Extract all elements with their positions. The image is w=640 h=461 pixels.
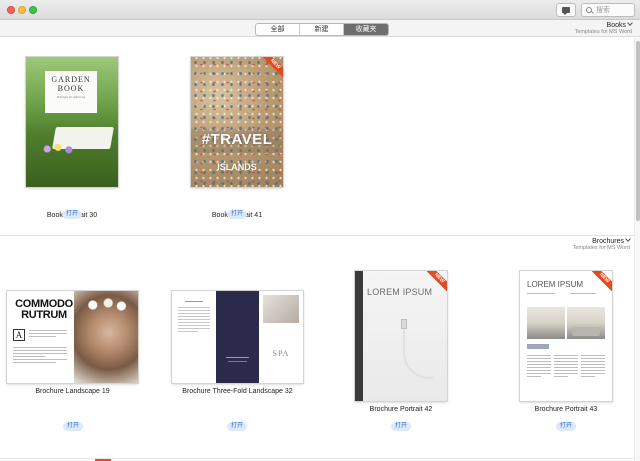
open-button[interactable]: 打开 (63, 422, 83, 431)
new-badge-label: NEW (425, 271, 447, 293)
tab-all[interactable]: 全部 (256, 24, 300, 35)
tab-new[interactable]: 新建 (300, 24, 344, 35)
template-gallery: GARDEN BOOK Principes for Adfoccing Book… (0, 38, 640, 461)
scrollbar-thumb[interactable] (636, 41, 640, 221)
category-name: Books (575, 20, 633, 29)
search-field[interactable]: 搜索 (581, 3, 635, 17)
template-thumbnail[interactable]: SPA (172, 291, 303, 383)
filter-segmented-control: 全部 新建 收藏夹 (255, 23, 389, 36)
magnifier-icon (586, 7, 592, 13)
cover-subheading: ISLANDS (217, 162, 257, 172)
app-window: 搜索 全部 新建 收藏夹 Books Templates for MS Word… (0, 0, 640, 461)
toolbar: 全部 新建 收藏夹 Books Templates for MS Word (0, 20, 640, 37)
new-badge-label: NEW (261, 57, 283, 79)
title-bar: 搜索 (0, 0, 640, 20)
body-text-lines (13, 347, 67, 365)
template-title: Brochure Portrait 43 (534, 406, 598, 413)
template-tile-book-portrait-41[interactable]: #TRAVEL ISLANDS NEW Book Portrait 41 (191, 57, 283, 227)
open-button[interactable]: 打开 (391, 422, 411, 431)
section-divider (0, 458, 634, 459)
usb-cable-image (401, 319, 407, 329)
cover-heading: LOREM IPSUM (527, 280, 584, 289)
template-thumbnail[interactable]: #TRAVEL ISLANDS NEW (191, 57, 283, 187)
new-badge: NEW (590, 271, 612, 293)
cover-heading: #TRAVEL (201, 131, 273, 148)
template-tile-brochure-portrait-43[interactable]: LOREM IPSUM NEW Brochure Portrait 43 (520, 271, 612, 421)
gray-sidebar (355, 271, 363, 401)
category-dropdown[interactable]: Books Templates for MS Word (574, 20, 633, 35)
message-button[interactable] (556, 3, 576, 17)
subtitle-line (570, 293, 596, 296)
interior-photo-left (527, 307, 565, 339)
chevron-down-icon (627, 20, 633, 26)
open-button[interactable]: 打开 (227, 210, 247, 219)
sofa-image (572, 327, 600, 336)
vertical-scrollbar[interactable] (634, 38, 640, 461)
cover-heading: GARDEN BOOK (51, 75, 91, 93)
message-bubble-icon (562, 7, 570, 15)
section-header-brochures[interactable]: Brochures Templates for MS Word (572, 236, 631, 251)
template-tile-brochure-landscape-19[interactable]: COMMODO RUTRUM A Brochure Landscape 19 (7, 291, 138, 401)
template-title: Brochure Portrait 42 (369, 406, 433, 413)
spa-photo (263, 295, 299, 323)
chevron-down-icon (625, 236, 631, 242)
left-panel (172, 291, 216, 383)
section-subtitle: Templates for MS Word (572, 245, 630, 251)
section-divider (0, 235, 634, 236)
template-thumbnail[interactable]: LOREM IPSUM NEW (520, 271, 612, 401)
template-thumbnail[interactable]: GARDEN BOOK Principes for Adfoccing (26, 57, 118, 187)
tab-favorites[interactable]: 收藏夹 (344, 24, 388, 35)
section-name: Brochures (573, 236, 631, 245)
cover-title-card: GARDEN BOOK Principes for Adfoccing (45, 71, 97, 113)
new-badge-label: NEW (590, 271, 612, 293)
template-tile-book-portrait-30[interactable]: GARDEN BOOK Principes for Adfoccing Book… (26, 57, 118, 227)
zoom-window-button[interactable] (29, 6, 37, 14)
minimize-window-button[interactable] (18, 6, 26, 14)
cover-subheading: Principes for Adfoccing (56, 95, 86, 99)
flower-crown-image (84, 295, 128, 315)
new-badge: NEW (425, 271, 447, 293)
template-thumbnail[interactable]: LOREM IPSUM NEW (355, 271, 447, 401)
open-button[interactable]: 打开 (227, 422, 247, 431)
open-button[interactable]: 打开 (62, 210, 82, 219)
right-panel: SPA (259, 291, 303, 383)
section-name-label: Brochures (592, 238, 624, 245)
body-text-lines (554, 355, 578, 379)
body-text-lines (581, 355, 605, 379)
new-badge: NEW (261, 57, 283, 79)
search-placeholder: 搜索 (596, 7, 610, 14)
template-tile-brochure-three-fold-landscape-32[interactable]: SPA Brochure Three-Fold Landscape 32 (172, 291, 303, 401)
cover-initial: A (13, 329, 25, 341)
category-subtitle: Templates for MS Word (574, 29, 632, 35)
body-text-lines (527, 355, 551, 379)
flower-image (40, 141, 76, 157)
body-text-lines (29, 330, 67, 339)
section-bar (527, 344, 549, 349)
open-button[interactable]: 打开 (556, 422, 576, 431)
category-name-label: Books (606, 22, 626, 29)
template-thumbnail[interactable]: COMMODO RUTRUM A (7, 291, 138, 383)
template-title: Brochure Landscape 19 (35, 388, 110, 395)
subtitle-line (527, 293, 555, 296)
cover-heading-line2: RUTRUM (21, 309, 67, 321)
middle-panel (216, 291, 259, 383)
cover-logo: SPA (272, 349, 290, 358)
template-title: Brochure Three-Fold Landscape 32 (182, 388, 293, 395)
close-window-button[interactable] (7, 6, 15, 14)
template-tile-brochure-portrait-42[interactable]: LOREM IPSUM NEW Brochure Portrait 42 (355, 271, 447, 421)
